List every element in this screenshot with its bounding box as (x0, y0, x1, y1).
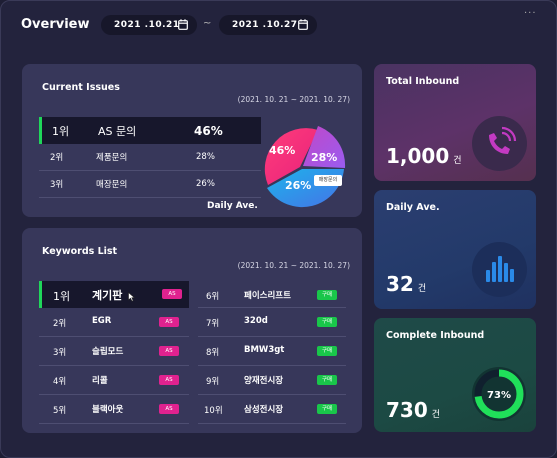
keyword-row-8[interactable]: 8위 BMW3gt 구매 (198, 337, 346, 366)
total-inbound-card[interactable]: Total Inbound 1,000 건 (374, 64, 536, 181)
complete-inbound-number: 730 (386, 398, 428, 422)
date-separator: ~ (203, 18, 212, 29)
pie-label-as: 46% (269, 144, 295, 157)
keyword-rank: 1위 (53, 290, 71, 303)
keyword-row-9[interactable]: 9위 양재전시장 구매 (198, 366, 346, 395)
complete-inbound-unit: 건 (431, 410, 441, 420)
progress-ring: 73% (472, 367, 526, 421)
issue-name: 매장문의 (96, 180, 128, 190)
keyword-name: 삼성전시장 (244, 405, 284, 415)
keyword-name: 320d (244, 316, 268, 326)
issue-percent: 28% (196, 152, 215, 162)
calendar-icon (178, 19, 188, 30)
progress-label: 73% (487, 390, 511, 401)
complete-inbound-value: 730 건 (386, 398, 440, 422)
daily-ave-title: Daily Ave. (386, 202, 440, 213)
keyword-name: 슬립모드 (92, 347, 124, 357)
keyword-tag: AS (159, 375, 179, 385)
issue-name: 제품문의 (96, 153, 128, 163)
keyword-row-2[interactable]: 2위 EGR AS (39, 308, 189, 337)
issue-rank: 1위 (52, 124, 70, 138)
keyword-tag: AS (159, 317, 179, 327)
complete-inbound-card[interactable]: Complete Inbound 730 건 73% (374, 318, 536, 432)
current-issues-panel: Current Issues (2021. 10. 21 ~ 2021. 10.… (22, 64, 362, 217)
issue-rank: 3위 (50, 180, 64, 190)
phone-icon (489, 126, 517, 154)
complete-inbound-title: Complete Inbound (386, 330, 485, 341)
date-to-value: 2021 .10.27 (232, 20, 298, 30)
pie-label-product: 28% (311, 151, 337, 164)
keywords-title: Keywords List (42, 246, 118, 257)
pie-caption: Daily Ave. (207, 201, 258, 211)
bar-chart-icon-circle (472, 242, 527, 297)
mouse-cursor-icon (128, 292, 135, 302)
current-issues-title: Current Issues (42, 82, 120, 93)
total-inbound-title: Total Inbound (386, 76, 460, 87)
keyword-name: 블랙아웃 (92, 405, 124, 415)
keyword-name: 페이스리프트 (244, 291, 291, 301)
keyword-row-1[interactable]: 1위 계기판 AS (39, 281, 189, 308)
total-inbound-value: 1,000 건 (386, 144, 462, 168)
pie-label-store: 26% (285, 179, 311, 192)
keyword-name: 리콜 (92, 376, 108, 386)
keyword-row-3[interactable]: 3위 슬립모드 AS (39, 337, 189, 366)
keyword-rank: 10위 (204, 406, 223, 416)
issue-row-2[interactable]: 2위 제품문의 28% (39, 144, 261, 171)
keyword-rank: 2위 (53, 319, 67, 329)
keyword-rank: 4위 (53, 377, 67, 387)
keyword-tag: AS (159, 404, 179, 414)
keywords-range: (2021. 10. 21 ~ 2021. 10. 27) (237, 261, 350, 270)
pie-tooltip: 매장문의 (314, 175, 342, 186)
keyword-name: EGR (92, 316, 112, 326)
keyword-tag: 구매 (317, 290, 337, 300)
date-to-picker[interactable]: 2021 .10.27 (219, 15, 317, 35)
daily-ave-number: 32 (386, 272, 414, 296)
keyword-row-6[interactable]: 6위 페이스리프트 구매 (198, 281, 346, 308)
keyword-tag: AS (159, 346, 179, 356)
total-inbound-number: 1,000 (386, 144, 450, 168)
calendar-icon (298, 19, 308, 30)
keyword-rank: 5위 (53, 406, 67, 416)
issue-row-3[interactable]: 3위 매장문의 26% (39, 171, 261, 198)
date-from-picker[interactable]: 2021 .10.21 (101, 15, 197, 35)
daily-ave-card[interactable]: Daily Ave. 32 건 (374, 190, 536, 309)
issues-pie-chart: 46% 28% 26% (264, 126, 346, 208)
keywords-panel: Keywords List (2021. 10. 21 ~ 2021. 10. … (22, 228, 362, 433)
keyword-name: 계기판 (92, 289, 123, 302)
current-issues-range: (2021. 10. 21 ~ 2021. 10. 27) (237, 95, 350, 104)
bar-chart-icon (486, 256, 514, 282)
issue-row-1[interactable]: 1위 AS 문의 46% (39, 117, 261, 144)
daily-ave-unit: 건 (417, 284, 427, 294)
keyword-rank: 3위 (53, 348, 67, 358)
keyword-rank: 8위 (206, 348, 220, 358)
keyword-tag: 구매 (317, 317, 337, 327)
keyword-rank: 7위 (206, 319, 220, 329)
daily-ave-value: 32 건 (386, 272, 426, 296)
keyword-row-10[interactable]: 10위 삼성전시장 구매 (198, 395, 346, 424)
keyword-row-4[interactable]: 4위 리콜 AS (39, 366, 189, 395)
keyword-rank: 6위 (206, 292, 220, 302)
keyword-tag: 구매 (317, 375, 337, 385)
phone-icon-circle (472, 116, 527, 171)
issue-percent: 46% (194, 123, 223, 138)
keyword-row-7[interactable]: 7위 320d 구매 (198, 308, 346, 337)
keyword-rank: 9위 (206, 377, 220, 387)
keyword-row-5[interactable]: 5위 블랙아웃 AS (39, 395, 189, 424)
more-menu-icon[interactable]: ··· (524, 8, 537, 19)
page-title: Overview (21, 17, 90, 32)
total-inbound-unit: 건 (453, 156, 462, 166)
date-from-value: 2021 .10.21 (114, 20, 180, 30)
keyword-tag: 구매 (317, 404, 337, 414)
keyword-name: BMW3gt (244, 345, 285, 355)
issue-rank: 2위 (50, 153, 64, 163)
keyword-tag: AS (162, 289, 182, 299)
issue-name: AS 문의 (98, 124, 137, 138)
keyword-name: 양재전시장 (244, 376, 284, 386)
issue-percent: 26% (196, 179, 215, 189)
keyword-tag: 구매 (317, 346, 337, 356)
pie-tooltip-label: 매장문의 (318, 177, 338, 183)
